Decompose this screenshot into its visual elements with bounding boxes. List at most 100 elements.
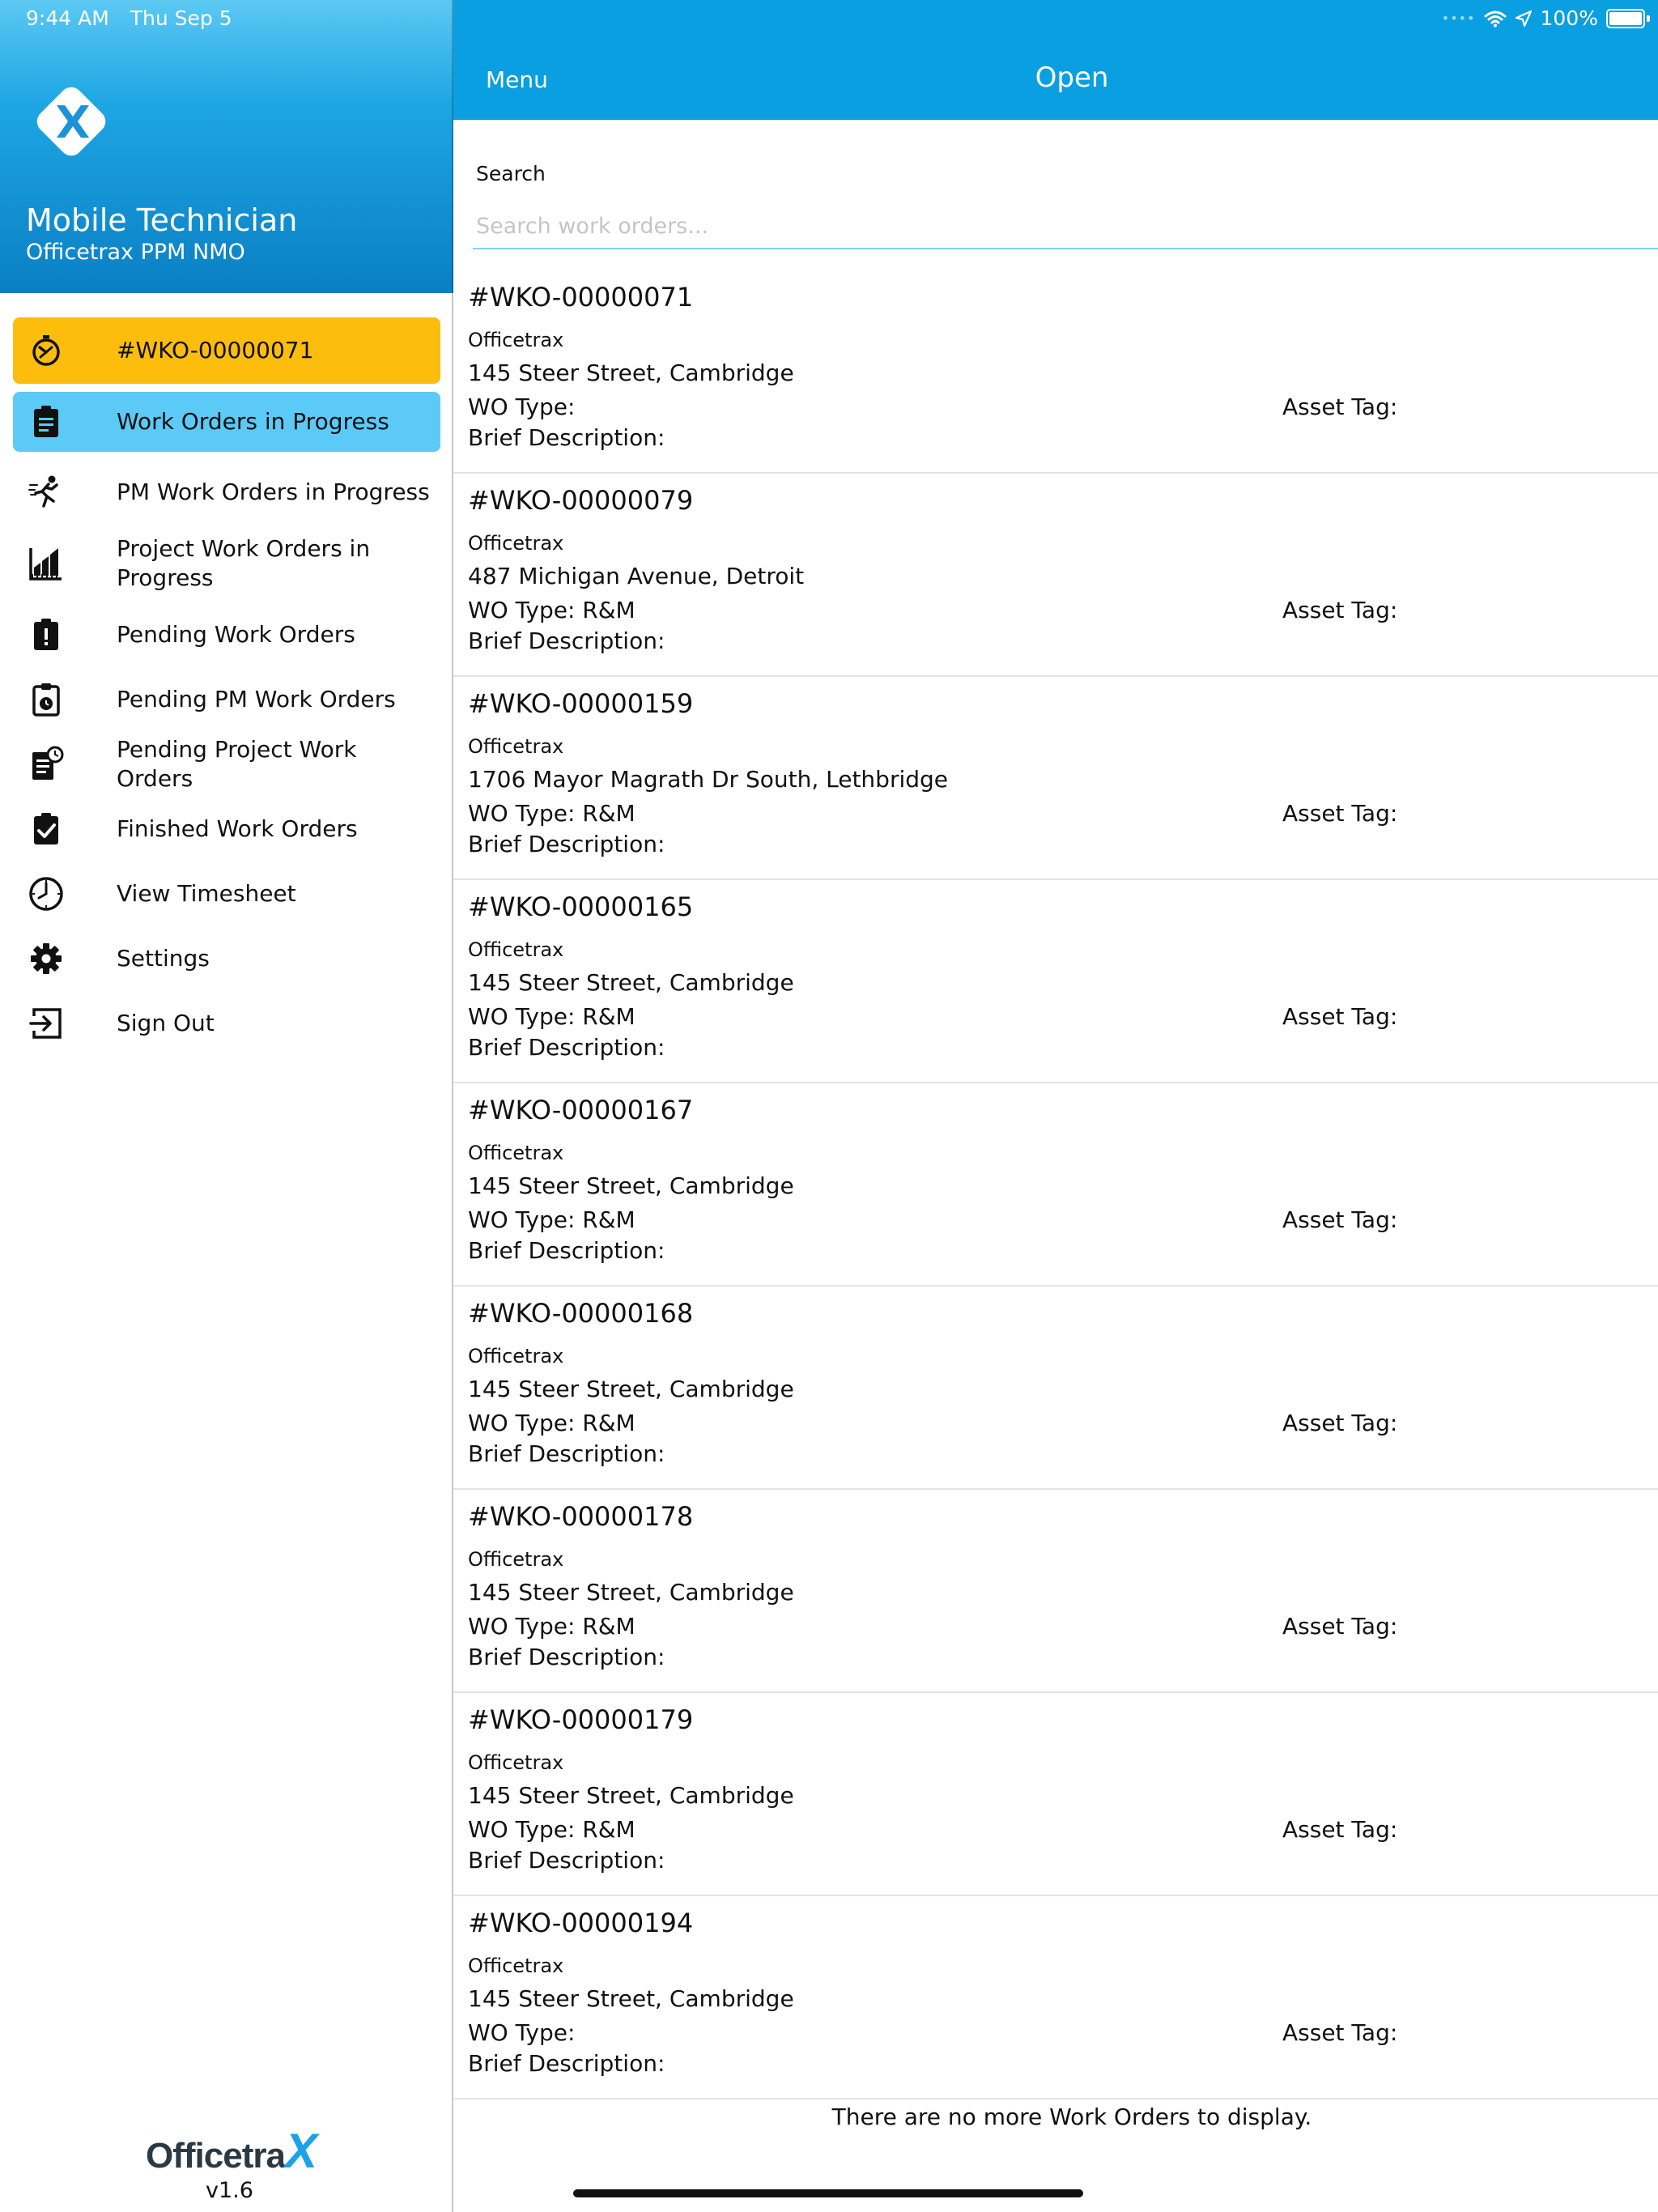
work-order-address: 145 Steer Street, Cambridge xyxy=(468,969,794,996)
sidebar-item-label: Sign Out xyxy=(117,1010,215,1036)
sidebar-item-settings[interactable]: Settings xyxy=(13,926,440,991)
work-order-address: 145 Steer Street, Cambridge xyxy=(468,1985,794,2012)
work-order-row[interactable]: #WKO-00000071 Officetrax 145 Steer Stree… xyxy=(453,270,1658,474)
work-order-address: 1706 Mayor Magrath Dr South, Lethbridge xyxy=(468,766,949,793)
gear-icon xyxy=(31,943,62,974)
timer-icon xyxy=(32,335,60,366)
work-order-number: #WKO-00000179 xyxy=(468,1704,694,1735)
work-order-asset-tag: Asset Tag: xyxy=(1282,800,1398,827)
work-order-company: Officetrax xyxy=(468,938,564,961)
sidebar-item-label: Settings xyxy=(117,945,210,972)
search-input[interactable] xyxy=(473,204,1658,249)
sidebar: 9:44 AM Thu Sep 5 Mobile Technician Offi… xyxy=(0,0,453,2212)
work-order-number: #WKO-00000194 xyxy=(468,1908,694,1938)
document-clock-icon xyxy=(32,746,64,780)
page-title: Open xyxy=(1035,62,1109,94)
work-order-company: Officetrax xyxy=(468,1548,564,1571)
chart-ruler-icon xyxy=(29,548,62,581)
work-order-type: WO Type: R&M xyxy=(468,1613,636,1640)
work-order-type: WO Type: R&M xyxy=(468,1206,636,1233)
footer-brand-x: X xyxy=(284,2124,317,2178)
work-order-row[interactable]: #WKO-00000167 Officetrax 145 Steer Stree… xyxy=(453,1083,1658,1287)
work-order-type: WO Type: xyxy=(468,2019,576,2046)
work-order-row[interactable]: #WKO-00000179 Officetrax 145 Steer Stree… xyxy=(453,1693,1658,1896)
work-order-type: WO Type: R&M xyxy=(468,1410,636,1436)
work-order-description: Brief Description: xyxy=(468,1237,665,1264)
end-of-list-message: There are no more Work Orders to display… xyxy=(831,2104,1312,2130)
work-order-number: #WKO-00000168 xyxy=(468,1298,694,1329)
work-order-type: WO Type: R&M xyxy=(468,800,636,827)
sidebar-header: 9:44 AM Thu Sep 5 Mobile Technician Offi… xyxy=(0,0,453,293)
work-order-number: #WKO-00000079 xyxy=(468,485,694,516)
sidebar-item-label: Pending Work Orders xyxy=(117,621,355,648)
battery-icon xyxy=(1606,8,1645,28)
work-order-number: #WKO-00000165 xyxy=(468,891,694,922)
work-order-description: Brief Description: xyxy=(468,831,665,857)
clipboard-alert-icon xyxy=(34,619,58,650)
work-order-row[interactable]: #WKO-00000194 Officetrax 145 Steer Stree… xyxy=(453,1896,1658,2099)
work-order-company: Officetrax xyxy=(468,532,564,555)
app-subtitle: Officetrax PPM NMO xyxy=(26,240,245,265)
work-order-company: Officetrax xyxy=(468,1751,564,1774)
sidebar-item-project-work-orders-in-progress[interactable]: Project Work Orders in Progress xyxy=(13,525,440,602)
signal-dots-icon: •••• xyxy=(1441,11,1476,26)
sidebar-item-finished-work-orders[interactable]: Finished Work Orders xyxy=(13,797,440,861)
sidebar-item-label: Pending PM Work Orders xyxy=(117,686,396,713)
top-navigation-bar: •••• 100% Menu Open xyxy=(453,0,1658,120)
battery-tip-icon xyxy=(1647,15,1650,22)
app-title: Mobile Technician xyxy=(26,202,298,238)
work-order-type: WO Type: R&M xyxy=(468,597,636,623)
runner-icon xyxy=(28,475,58,508)
work-order-asset-tag: Asset Tag: xyxy=(1282,1410,1398,1436)
work-order-asset-tag: Asset Tag: xyxy=(1282,393,1398,420)
sidebar-item-label: View Timesheet xyxy=(117,880,296,907)
sidebar-item-label: Project Work Orders in Progress xyxy=(117,535,371,591)
wifi-icon xyxy=(1484,11,1507,27)
work-order-description: Brief Description: xyxy=(468,627,665,654)
work-order-address: 145 Steer Street, Cambridge xyxy=(468,1376,794,1402)
work-order-type: WO Type: xyxy=(468,393,576,420)
work-order-number: #WKO-00000071 xyxy=(468,282,694,313)
work-order-description: Brief Description: xyxy=(468,1847,665,1874)
work-order-list: #WKO-00000071 Officetrax 145 Steer Stree… xyxy=(453,270,1658,2099)
footer-brand-logo: OfficetraX xyxy=(146,2123,317,2179)
clipboard-clock-icon xyxy=(32,683,60,717)
sidebar-item-pending-work-orders[interactable]: Pending Work Orders xyxy=(13,602,440,667)
sidebar-item-work-orders-in-progress[interactable]: Work Orders in Progress xyxy=(13,392,440,452)
sidebar-item-pending-project-work-orders[interactable]: Pending Project Work Orders xyxy=(13,732,440,797)
sidebar-nav: #WKO-00000071 Work Orders in Progress PM… xyxy=(0,317,453,1056)
sidebar-item-pending-pm-work-orders[interactable]: Pending PM Work Orders xyxy=(13,667,440,732)
location-arrow-icon xyxy=(1515,10,1532,27)
work-order-description: Brief Description: xyxy=(468,1440,665,1467)
work-order-number: #WKO-00000178 xyxy=(468,1501,694,1532)
sidebar-item-current-work-order[interactable]: #WKO-00000071 xyxy=(13,317,440,384)
sidebar-item-pm-work-orders-in-progress[interactable]: PM Work Orders in Progress xyxy=(13,460,440,525)
work-order-row[interactable]: #WKO-00000079 Officetrax 487 Michigan Av… xyxy=(453,474,1658,677)
work-order-address: 487 Michigan Avenue, Detroit xyxy=(468,563,805,589)
sidebar-item-label: Pending Project Work Orders xyxy=(117,736,357,792)
work-order-company: Officetrax xyxy=(468,1955,564,1977)
work-order-description: Brief Description: xyxy=(468,2050,665,2077)
work-order-asset-tag: Asset Tag: xyxy=(1282,1613,1398,1640)
sidebar-item-view-timesheet[interactable]: View Timesheet xyxy=(13,861,440,926)
status-bar-left: 9:44 AM Thu Sep 5 xyxy=(26,6,247,30)
work-order-type: WO Type: R&M xyxy=(468,1003,636,1030)
work-order-row[interactable]: #WKO-00000168 Officetrax 145 Steer Stree… xyxy=(453,1287,1658,1490)
battery-percent: 100% xyxy=(1540,6,1598,30)
main-panel: •••• 100% Menu Open Search #WKO-00000071… xyxy=(453,0,1658,2212)
clipboard-icon xyxy=(34,406,58,437)
search-label: Search xyxy=(476,162,546,185)
work-order-number: #WKO-00000159 xyxy=(468,688,694,719)
clipboard-check-icon xyxy=(34,813,58,844)
work-order-row[interactable]: #WKO-00000165 Officetrax 145 Steer Stree… xyxy=(453,880,1658,1083)
work-order-asset-tag: Asset Tag: xyxy=(1282,1206,1398,1233)
work-order-description: Brief Description: xyxy=(468,424,665,451)
home-indicator[interactable] xyxy=(573,2189,1083,2197)
work-order-description: Brief Description: xyxy=(468,1644,665,1670)
work-order-row[interactable]: #WKO-00000159 Officetrax 1706 Mayor Magr… xyxy=(453,677,1658,880)
work-order-row[interactable]: #WKO-00000178 Officetrax 145 Steer Stree… xyxy=(453,1490,1658,1693)
work-order-asset-tag: Asset Tag: xyxy=(1282,1003,1398,1030)
sidebar-item-sign-out[interactable]: Sign Out xyxy=(13,991,440,1056)
work-order-company: Officetrax xyxy=(468,1345,564,1368)
work-order-type: WO Type: R&M xyxy=(468,1816,636,1843)
